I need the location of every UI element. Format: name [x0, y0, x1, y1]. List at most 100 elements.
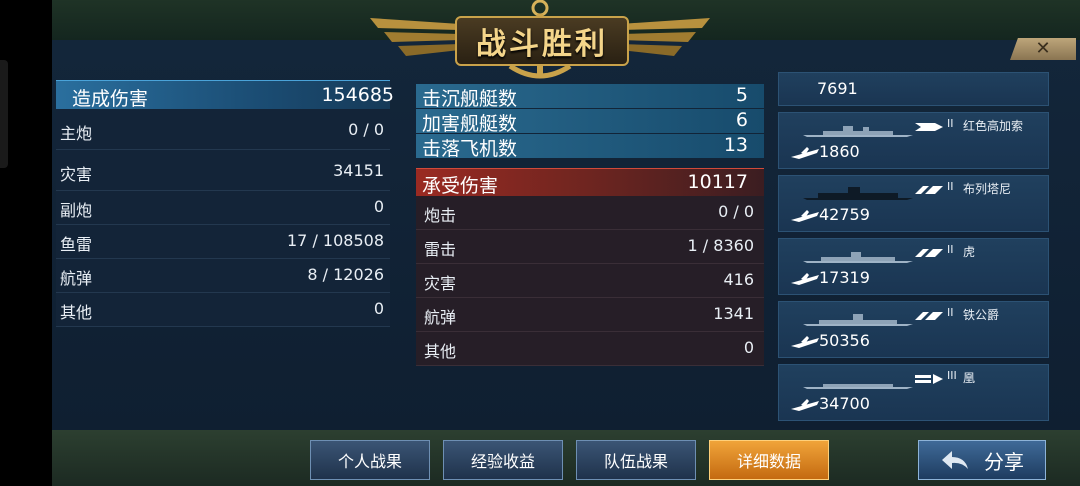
plane-icon: [791, 273, 819, 285]
row-value: 0: [373, 299, 384, 318]
kills-table: 击沉舰艇数 5 加害舰艇数 6 击落飞机数 13: [416, 84, 764, 160]
table-row: 其他 0: [56, 293, 390, 327]
tab-personal-results[interactable]: 个人战果: [310, 440, 430, 480]
damage-taken-table: 承受伤害 10117 炮击 0 / 0 雷击 1 / 8360 灾害 416 航弹 13…: [416, 168, 764, 366]
damage-dealt-total: 154685: [321, 84, 394, 106]
ship-silhouette-icon: [803, 384, 913, 389]
ship-damage: 34700: [819, 394, 870, 413]
ship-silhouette-icon: [803, 252, 913, 263]
page-title: 战斗胜利: [455, 16, 629, 66]
share-label: 分享: [984, 449, 1024, 474]
battleship-class-icon: [915, 249, 943, 257]
victory-emblem: 战斗胜利: [370, 0, 710, 80]
table-row: 航弹 1341: [416, 298, 764, 332]
share-arrow-icon: [942, 451, 968, 469]
game-screen: 战斗胜利 ✕ 造成伤害 154685 主炮 0 / 0 灾害 34151 副炮 0 鱼…: [0, 0, 1080, 486]
damage-taken-header: 承受伤害 10117: [416, 168, 764, 197]
list-item[interactable]: 1860 II 红色高加索: [778, 112, 1049, 169]
ship-name: 虎: [963, 245, 976, 259]
row-value: 13: [723, 134, 748, 156]
ship-name: 铁公爵: [963, 308, 1000, 322]
row-label: 加害舰艇数: [422, 113, 518, 135]
table-row: 灾害 416: [416, 264, 764, 298]
damage-dealt-header: 造成伤害 154685: [56, 80, 394, 110]
row-label: 鱼雷: [60, 235, 93, 254]
table-row: 击沉舰艇数 5: [416, 84, 764, 110]
close-button[interactable]: ✕: [1010, 38, 1076, 60]
row-value: 6: [735, 109, 748, 131]
ship-tier: III: [947, 369, 957, 382]
row-label: 主炮: [60, 124, 93, 143]
share-button[interactable]: 分享: [918, 440, 1046, 480]
battleship-class-icon: [915, 312, 943, 320]
table-row: 灾害 34151: [56, 150, 390, 191]
row-label: 灾害: [424, 274, 457, 293]
damage-taken-total: 10117: [687, 171, 748, 193]
list-item[interactable]: 42759 II 布列塔尼: [778, 175, 1049, 232]
row-value: 0 / 0: [348, 120, 384, 139]
ship-tier: II: [947, 243, 954, 256]
table-row: 航弹 8 / 12026: [56, 259, 390, 293]
table-row: 其他 0: [416, 332, 764, 366]
row-label: 其他: [424, 342, 457, 361]
ship-tier: II: [947, 306, 954, 319]
row-label: 航弹: [60, 269, 93, 288]
ship-list: 7691 1860 II 红色高加索 42759 II 布列塔尼 17319 I…: [778, 72, 1049, 427]
table-row: 主炮 0 / 0: [56, 109, 390, 150]
plane-icon: [791, 210, 819, 222]
tab-detailed-data[interactable]: 详细数据: [709, 440, 829, 480]
row-label: 副炮: [60, 201, 93, 220]
row-label: 击沉舰艇数: [422, 88, 518, 110]
row-value: 1341: [713, 304, 754, 323]
device-edge: [0, 0, 52, 486]
ship-damage: 17319: [819, 268, 870, 287]
table-row: 炮击 0 / 0: [416, 196, 764, 230]
ship-silhouette-icon: [803, 314, 913, 326]
ship-damage: 7691: [817, 79, 858, 98]
device-notch: [0, 60, 8, 168]
plane-icon: [791, 399, 819, 411]
row-label: 灾害: [60, 165, 93, 184]
list-item[interactable]: 17319 II 虎: [778, 238, 1049, 295]
table-row: 击落飞机数 13: [416, 134, 764, 160]
ship-silhouette-icon: [803, 126, 913, 137]
plane-icon: [791, 147, 819, 159]
table-row: 加害舰艇数 6: [416, 109, 764, 135]
destroyer-class-icon: [915, 374, 943, 384]
row-label: 航弹: [424, 308, 457, 327]
damage-dealt-label: 造成伤害: [72, 88, 149, 110]
row-label: 雷击: [424, 240, 457, 259]
result-tabs: 个人战果 经验收益 队伍战果 详细数据: [310, 440, 842, 480]
ship-name: 红色高加索: [963, 119, 1024, 133]
list-item[interactable]: 7691: [778, 72, 1049, 106]
tab-experience[interactable]: 经验收益: [443, 440, 563, 480]
ship-damage: 42759: [819, 205, 870, 224]
row-value: 0: [743, 338, 754, 357]
plane-icon: [791, 336, 819, 348]
row-value: 34151: [333, 161, 384, 180]
cruiser-class-icon: [915, 123, 943, 131]
ship-tier: II: [947, 117, 954, 130]
ship-silhouette-icon: [803, 187, 913, 200]
ship-damage: 50356: [819, 331, 870, 350]
ship-tier: II: [947, 180, 954, 193]
ship-name: 布列塔尼: [963, 182, 1012, 196]
row-value: 5: [735, 84, 748, 106]
ship-damage: 1860: [819, 142, 860, 161]
damage-dealt-table: 造成伤害 154685 主炮 0 / 0 灾害 34151 副炮 0 鱼雷 17 / 1…: [56, 80, 394, 327]
table-row: 雷击 1 / 8360: [416, 230, 764, 264]
table-row: 鱼雷 17 / 108508: [56, 225, 390, 259]
row-label: 其他: [60, 303, 93, 322]
row-value: 17 / 108508: [287, 231, 384, 250]
row-value: 416: [723, 270, 754, 289]
row-value: 8 / 12026: [307, 265, 384, 284]
row-value: 1 / 8360: [687, 236, 754, 255]
ship-name: 凰: [963, 371, 976, 385]
row-value: 0: [373, 197, 384, 216]
row-label: 炮击: [424, 206, 457, 225]
tab-team-results[interactable]: 队伍战果: [576, 440, 696, 480]
table-row: 副炮 0: [56, 191, 390, 225]
list-item[interactable]: 50356 II 铁公爵: [778, 301, 1049, 358]
list-item[interactable]: 34700 III 凰: [778, 364, 1049, 421]
row-label: 击落飞机数: [422, 138, 518, 160]
